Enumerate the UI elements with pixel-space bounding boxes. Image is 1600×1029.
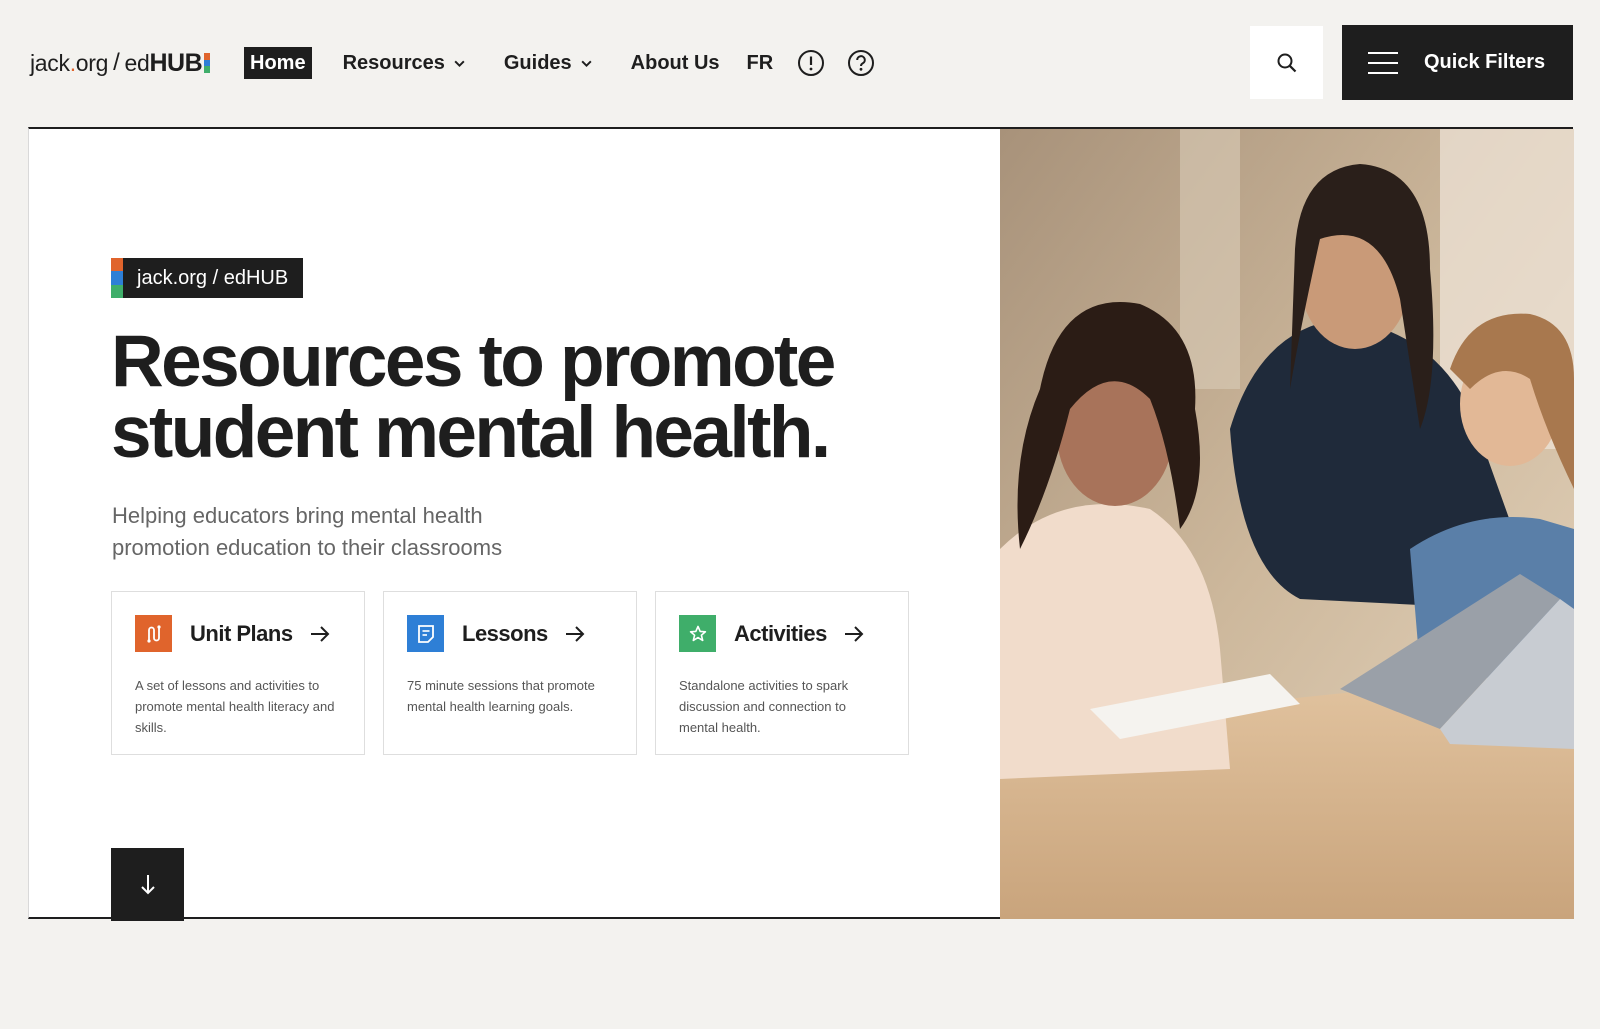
nav-about-us[interactable]: About Us <box>631 47 720 79</box>
hero-section: jack.org / edHUB Resources to promote st… <box>28 127 1574 921</box>
card-description: 75 minute sessions that promote mental h… <box>407 678 595 714</box>
card-header: Unit Plans <box>135 615 364 652</box>
hero-photo-students-with-teacher <box>1000 129 1574 919</box>
alert-icon[interactable] <box>797 49 825 77</box>
quick-filters-label: Quick Filters <box>1424 51 1546 73</box>
nav-about-label: About Us <box>630 51 720 74</box>
main-nav: Home Resources Guides About Us FR <box>244 46 897 80</box>
scroll-down-button[interactable] <box>111 848 184 921</box>
card-header: Lessons <box>407 615 636 652</box>
nav-guides[interactable]: Guides <box>504 47 593 79</box>
logo-ed: ed <box>124 49 150 76</box>
nav-resources-label: Resources <box>342 51 445 74</box>
lessons-icon <box>407 615 444 652</box>
nav-resources[interactable]: Resources <box>343 47 466 79</box>
nav-language-fr[interactable]: FR <box>747 47 774 79</box>
resource-cards: Unit Plans A set of lessons and activiti… <box>111 591 927 755</box>
chevron-down-icon <box>454 60 465 67</box>
card-lessons[interactable]: Lessons 75 minute sessions that promote … <box>383 591 637 755</box>
card-unit-plans[interactable]: Unit Plans A set of lessons and activiti… <box>111 591 365 755</box>
nav-guides-label: Guides <box>503 51 572 74</box>
card-description: A set of lessons and activities to promo… <box>135 678 335 735</box>
site-logo[interactable]: jack. org / ed HUB <box>30 46 211 80</box>
logo-color-bars <box>204 53 211 74</box>
menu-icon <box>1368 51 1398 74</box>
arrow-down-icon <box>140 874 155 894</box>
logo-org: org <box>75 49 109 76</box>
badge-text: jack.org / edHUB <box>137 266 289 289</box>
headline-line-1: Resources to promote <box>111 321 836 402</box>
chevron-down-icon <box>581 60 592 67</box>
search-button[interactable] <box>1250 26 1323 99</box>
arrow-right-icon <box>844 625 864 642</box>
nav-home[interactable]: Home <box>244 47 312 79</box>
logo-slash: / <box>113 49 120 76</box>
star-icon <box>679 615 716 652</box>
hero-photo-illustration <box>1000 129 1574 919</box>
card-title: Lessons <box>462 620 548 646</box>
unit-plans-icon <box>135 615 172 652</box>
nav-home-label: Home <box>250 51 306 74</box>
subhead-line-1: Helping educators bring mental health <box>112 503 483 528</box>
logo-jack: jack <box>30 49 70 76</box>
headline-line-2: student mental health. <box>111 392 831 473</box>
quick-filters-button[interactable]: Quick Filters <box>1342 25 1573 100</box>
hero-subheading: Helping educators bring mental health pr… <box>112 500 612 564</box>
arrow-right-icon <box>310 625 329 642</box>
card-title: Unit Plans <box>190 620 293 646</box>
search-icon <box>1277 53 1296 72</box>
arrow-right-icon <box>565 625 585 642</box>
hero-headline: Resources to promote student mental heal… <box>111 325 951 469</box>
badge-color-stripes <box>111 258 123 298</box>
help-icon[interactable] <box>847 49 875 77</box>
subhead-line-2: promotion education to their classrooms <box>112 535 503 560</box>
card-description: Standalone activities to spark discussio… <box>679 678 849 735</box>
card-activities[interactable]: Activities Standalone activities to spar… <box>655 591 909 755</box>
nav-fr-label: FR <box>746 51 774 74</box>
site-header: jack. org / ed HUB Home Resources Guides Abo… <box>0 0 1600 127</box>
logo-hub: HUB <box>149 48 203 77</box>
brand-badge: jack.org / edHUB <box>111 258 304 298</box>
card-title: Activities <box>734 620 827 646</box>
card-header: Activities <box>679 615 908 652</box>
